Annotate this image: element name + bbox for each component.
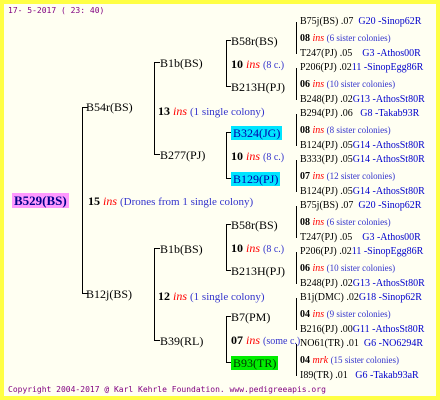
copyright-footer: Copyright 2004-2017 @ Karl Kehrle Founda… xyxy=(8,385,326,394)
leaf-drone-row: 07 ins (12 sister colonies) xyxy=(300,171,396,182)
connector xyxy=(296,252,297,284)
lower-sister-right[interactable]: B93(TR) xyxy=(231,356,279,370)
upper-mother-left[interactable]: B58r(BS) xyxy=(231,34,278,48)
leaf-drone-row: 06 ins (10 sister colonies) xyxy=(300,79,396,90)
leaf-row[interactable]: B248(PJ) .02G13 -AthosSt80R xyxy=(300,94,425,106)
leaf-row[interactable]: B333(PJ) .05G14 -AthosSt80R xyxy=(300,154,425,166)
upper-sister-left[interactable]: B324(JG) xyxy=(231,126,283,140)
root-id[interactable]: B529(BS) xyxy=(12,193,69,208)
leaf-row[interactable]: B294(PJ) .06 G8 -Takab93R xyxy=(300,108,419,120)
leaf-row[interactable]: B75j(BS) .07 G20 -Sinop62R xyxy=(300,16,421,28)
lower-sister-left[interactable]: B7(PM) xyxy=(231,310,270,324)
lower-drone-info: 12 ins (1 single colony) xyxy=(158,289,265,303)
connector xyxy=(296,160,297,192)
leaf-drone-row: 08 ins (8 sister colonies) xyxy=(300,125,391,136)
leaf-row[interactable]: B1j(DMC) .02G18 -Sinop62R xyxy=(300,292,422,304)
leaf-drone-row: 04 mrk (15 sister colonies) xyxy=(300,355,400,366)
leaf-drone-row: 08 ins (6 sister colonies) xyxy=(300,217,391,228)
leaf-row[interactable]: B124(PJ) .05G14 -AthosSt80R xyxy=(300,140,425,152)
leaf-drone-row: 04 ins (9 sister colonies) xyxy=(300,309,391,320)
upper-sister[interactable]: B277(PJ) xyxy=(160,148,205,162)
leaf-drone-row: 08 ins (6 sister colonies) xyxy=(300,33,391,44)
leaf-drone-row: 06 ins (10 sister colonies) xyxy=(300,263,396,274)
connector xyxy=(226,224,227,270)
upper-mother-right[interactable]: B213H(PJ) xyxy=(231,80,285,94)
connector xyxy=(296,68,297,100)
leaf-row[interactable]: I89(TR) .01 G6 -Takab93aR xyxy=(300,370,419,382)
leaf-row[interactable]: B124(PJ) .05G14 -AthosSt80R xyxy=(300,186,425,198)
leaf-row[interactable]: T247(PJ) .05 G3 -Athos00R xyxy=(300,48,421,60)
leaf-row[interactable]: B248(PJ) .02G13 -AthosSt80R xyxy=(300,278,425,290)
lower-mother-drones: 10 ins (8 c.) xyxy=(231,241,285,255)
connector xyxy=(296,298,297,330)
upper-parent[interactable]: B54r(BS) xyxy=(86,100,133,114)
upper-mother[interactable]: B1b(BS) xyxy=(160,56,203,70)
lower-sister[interactable]: B39(RL) xyxy=(160,334,203,348)
connector xyxy=(296,114,297,146)
upper-mother-drones: 10 ins (8 c.) xyxy=(231,57,285,71)
connector xyxy=(82,107,83,294)
lower-sister-drones: 07 ins (some c.) xyxy=(231,333,301,347)
pedigree-frame: 17- 5-2017 ( 23: 40) B529(BS) 15 ins (Dr… xyxy=(0,0,440,400)
date-stamp: 17- 5-2017 ( 23: 40) xyxy=(8,6,105,15)
lower-parent[interactable]: B12j(BS) xyxy=(86,287,132,301)
connector xyxy=(296,22,297,54)
root-drone-info: 15 ins (Drones from 1 single colony) xyxy=(88,194,254,208)
connector xyxy=(154,62,155,154)
upper-sister-right[interactable]: B129(PJ) xyxy=(231,172,281,186)
lower-mother-right[interactable]: B213H(PJ) xyxy=(231,264,285,278)
lower-mother[interactable]: B1b(BS) xyxy=(160,242,203,256)
root-queen[interactable]: B529(BS) xyxy=(12,192,69,210)
leaf-row[interactable]: P206(PJ) .0211 -SinopEgg86R xyxy=(300,246,423,258)
leaf-row[interactable]: NO61(TR) .01 G6 -NO6294R xyxy=(300,338,423,350)
connector xyxy=(154,248,155,340)
connector xyxy=(226,132,227,178)
leaf-row[interactable]: T247(PJ) .05 G3 -Athos00R xyxy=(300,232,421,244)
connector xyxy=(226,316,227,362)
leaf-row[interactable]: P206(PJ) .0211 -SinopEgg86R xyxy=(300,62,423,74)
lower-mother-left[interactable]: B58r(BS) xyxy=(231,218,278,232)
connector xyxy=(226,40,227,86)
leaf-row[interactable]: B75j(BS) .07 G20 -Sinop62R xyxy=(300,200,421,212)
upper-drone-info: 13 ins (1 single colony) xyxy=(158,104,265,118)
connector xyxy=(296,206,297,238)
upper-sister-drones: 10 ins (8 c.) xyxy=(231,149,285,163)
leaf-row[interactable]: B216(PJ) .00G11 -AthosSt80R xyxy=(300,324,424,336)
